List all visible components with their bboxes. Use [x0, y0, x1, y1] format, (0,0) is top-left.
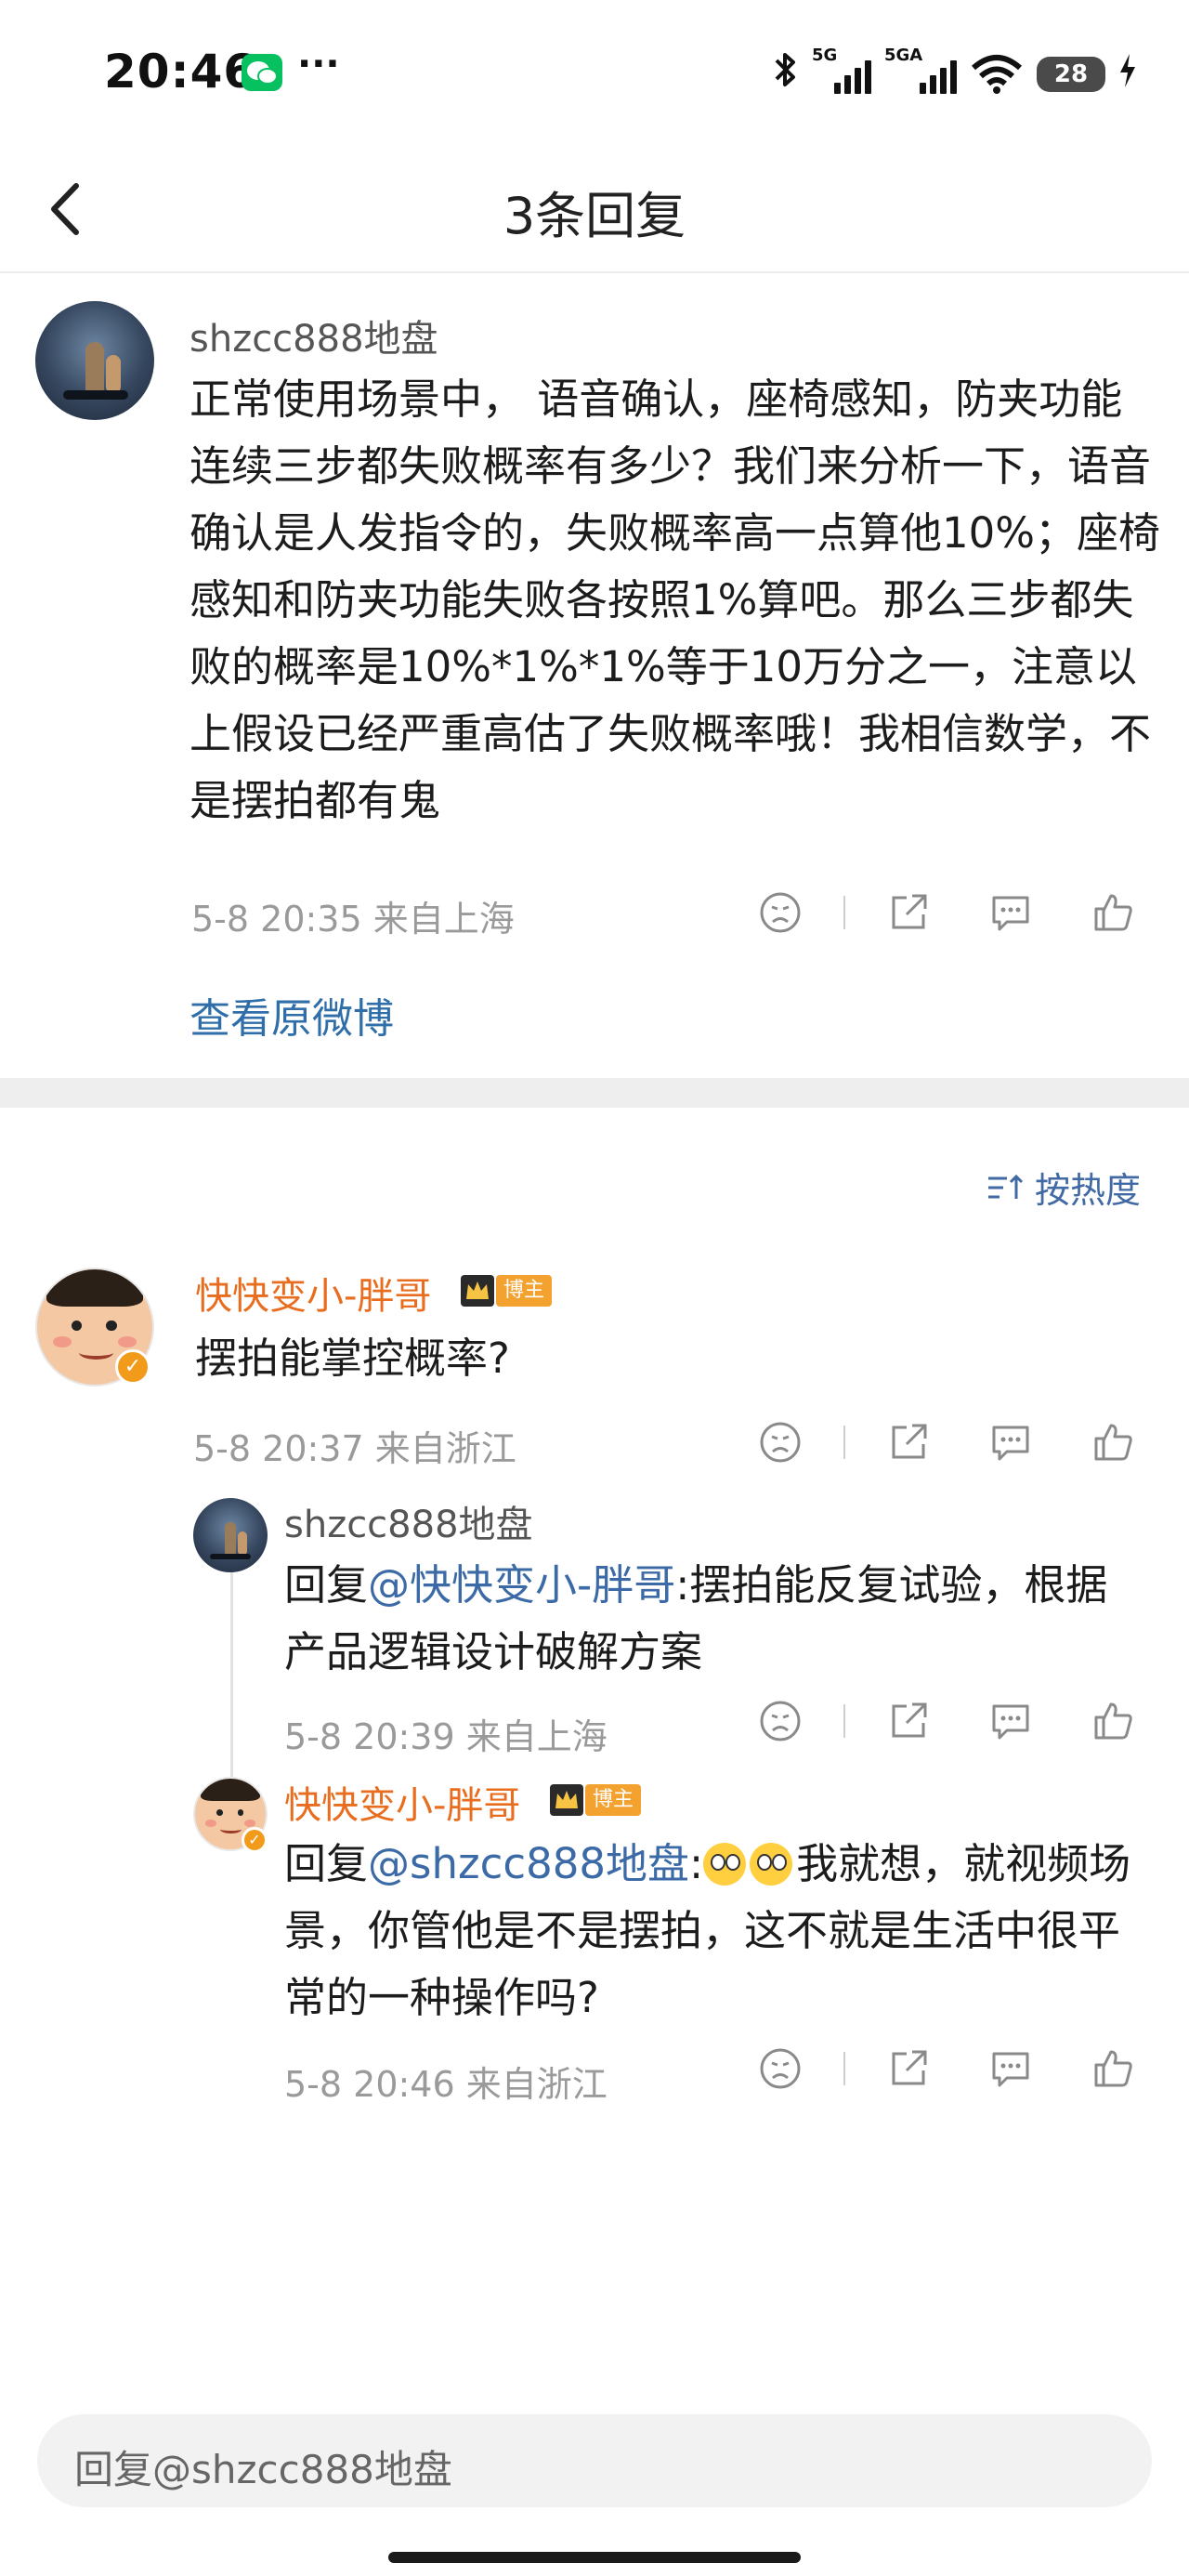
reply-colon: : — [688, 1839, 704, 1888]
signal-icon: 5GA — [884, 46, 957, 98]
original-comment: shzcc888地盘 正常使用场景中， 语音确认，座椅感知，防夹功能连续三步都失… — [0, 275, 1189, 1078]
section-divider — [0, 1078, 1189, 1108]
page-title: 3条回复 — [503, 187, 686, 245]
dislike-icon[interactable] — [758, 1699, 803, 1743]
reply-actions — [758, 1693, 1148, 1749]
charging-icon — [1118, 53, 1137, 96]
reply-input[interactable]: 回复@shzcc888地盘 — [37, 2414, 1152, 2507]
dislike-icon[interactable] — [758, 2046, 803, 2091]
share-icon[interactable] — [886, 2046, 931, 2091]
view-original-link[interactable]: 查看原微博 — [189, 985, 394, 1045]
like-icon[interactable] — [1091, 2046, 1135, 2091]
avatar[interactable] — [35, 301, 154, 420]
reply-text: 回复@快快变小-胖哥:摆拍能反复试验，根据产品逻辑设计破解方案 — [284, 1552, 1139, 1686]
mention-link[interactable]: @shzcc888地盘 — [368, 1839, 689, 1888]
bluetooth-icon — [773, 49, 799, 99]
comment-username[interactable]: shzcc888地盘 — [189, 309, 438, 362]
reply-username[interactable]: 快快变小-胖哥 — [284, 1775, 520, 1829]
crown-icon — [550, 1784, 583, 1816]
more-dots-icon: ··· — [297, 43, 340, 85]
like-icon[interactable] — [1091, 1699, 1135, 1743]
share-icon[interactable] — [886, 890, 931, 935]
sort-icon — [987, 1174, 1024, 1199]
reply-username[interactable]: 快快变小-胖哥 — [195, 1266, 431, 1320]
home-indicator[interactable] — [388, 2552, 801, 2563]
comment-meta: 5-8 20:35 来自上海 — [191, 899, 515, 940]
dislike-icon[interactable] — [758, 1420, 803, 1465]
sort-button[interactable]: 按热度 — [985, 1162, 1141, 1213]
divider — [843, 896, 845, 929]
signal-label: 5GA — [884, 46, 923, 65]
share-icon[interactable] — [886, 1699, 931, 1743]
mention-link[interactable]: @快快变小-胖哥 — [368, 1560, 675, 1610]
astonished-emoji-icon — [703, 1843, 747, 1886]
nav-bar: 3条回复 — [0, 139, 1189, 273]
reply-username[interactable]: shzcc888地盘 — [284, 1494, 533, 1548]
battery-icon: 28 — [1037, 57, 1105, 92]
reply-meta: 5-8 20:37 来自浙江 — [193, 1428, 516, 1469]
signal-icon: 5G — [812, 46, 871, 98]
reply-meta: 5-8 20:39 来自上海 — [284, 1716, 608, 1757]
avatar[interactable] — [193, 1498, 268, 1572]
divider — [843, 2052, 845, 2085]
reply-input-placeholder: 回复@shzcc888地盘 — [74, 2447, 452, 2492]
share-icon[interactable] — [886, 1420, 931, 1465]
reply-text: 回复@shzcc888地盘: 我就想，就视频场景，你管他是不是摆拍，这不就是生活中… — [284, 1831, 1148, 2031]
reply-meta: 5-8 20:46 来自浙江 — [284, 2064, 608, 2105]
like-icon[interactable] — [1091, 1420, 1135, 1465]
sort-label: 按热度 — [1034, 1170, 1141, 1211]
status-icons: 5G 5GA 28 — [773, 46, 1137, 100]
comment-actions — [758, 885, 1148, 940]
astonished-emoji-icon — [750, 1843, 793, 1886]
divider — [843, 1426, 845, 1459]
crown-icon — [461, 1275, 494, 1307]
reply-prefix: 回复 — [284, 1560, 369, 1610]
divider — [843, 1704, 845, 1738]
comment-icon[interactable] — [988, 1699, 1033, 1743]
status-time: 20:46 — [104, 45, 257, 99]
verified-badge-icon: ✓ — [242, 1827, 268, 1853]
status-bar: 20:46 ··· 5G 5GA 28 — [0, 0, 1189, 139]
reply-actions — [758, 2041, 1148, 2096]
wechat-icon — [242, 54, 282, 91]
verified-badge-icon: ✓ — [115, 1349, 150, 1385]
reply-actions — [758, 1414, 1148, 1470]
blogger-badge: 博主 — [496, 1275, 553, 1307]
comment-icon[interactable] — [988, 890, 1033, 935]
comment-text: 正常使用场景中， 语音确认，座椅感知，防夹功能连续三步都失败概率有多少？我们来分… — [189, 375, 1161, 825]
reply-text: 摆拍能掌控概率? — [195, 1334, 510, 1383]
comment-icon[interactable] — [988, 1420, 1033, 1465]
wifi-icon — [970, 53, 1024, 96]
blogger-badge: 博主 — [585, 1784, 642, 1816]
comment-icon[interactable] — [988, 2046, 1033, 2091]
dislike-icon[interactable] — [758, 890, 803, 935]
reply-prefix: 回复 — [284, 1839, 369, 1888]
like-icon[interactable] — [1091, 890, 1135, 935]
